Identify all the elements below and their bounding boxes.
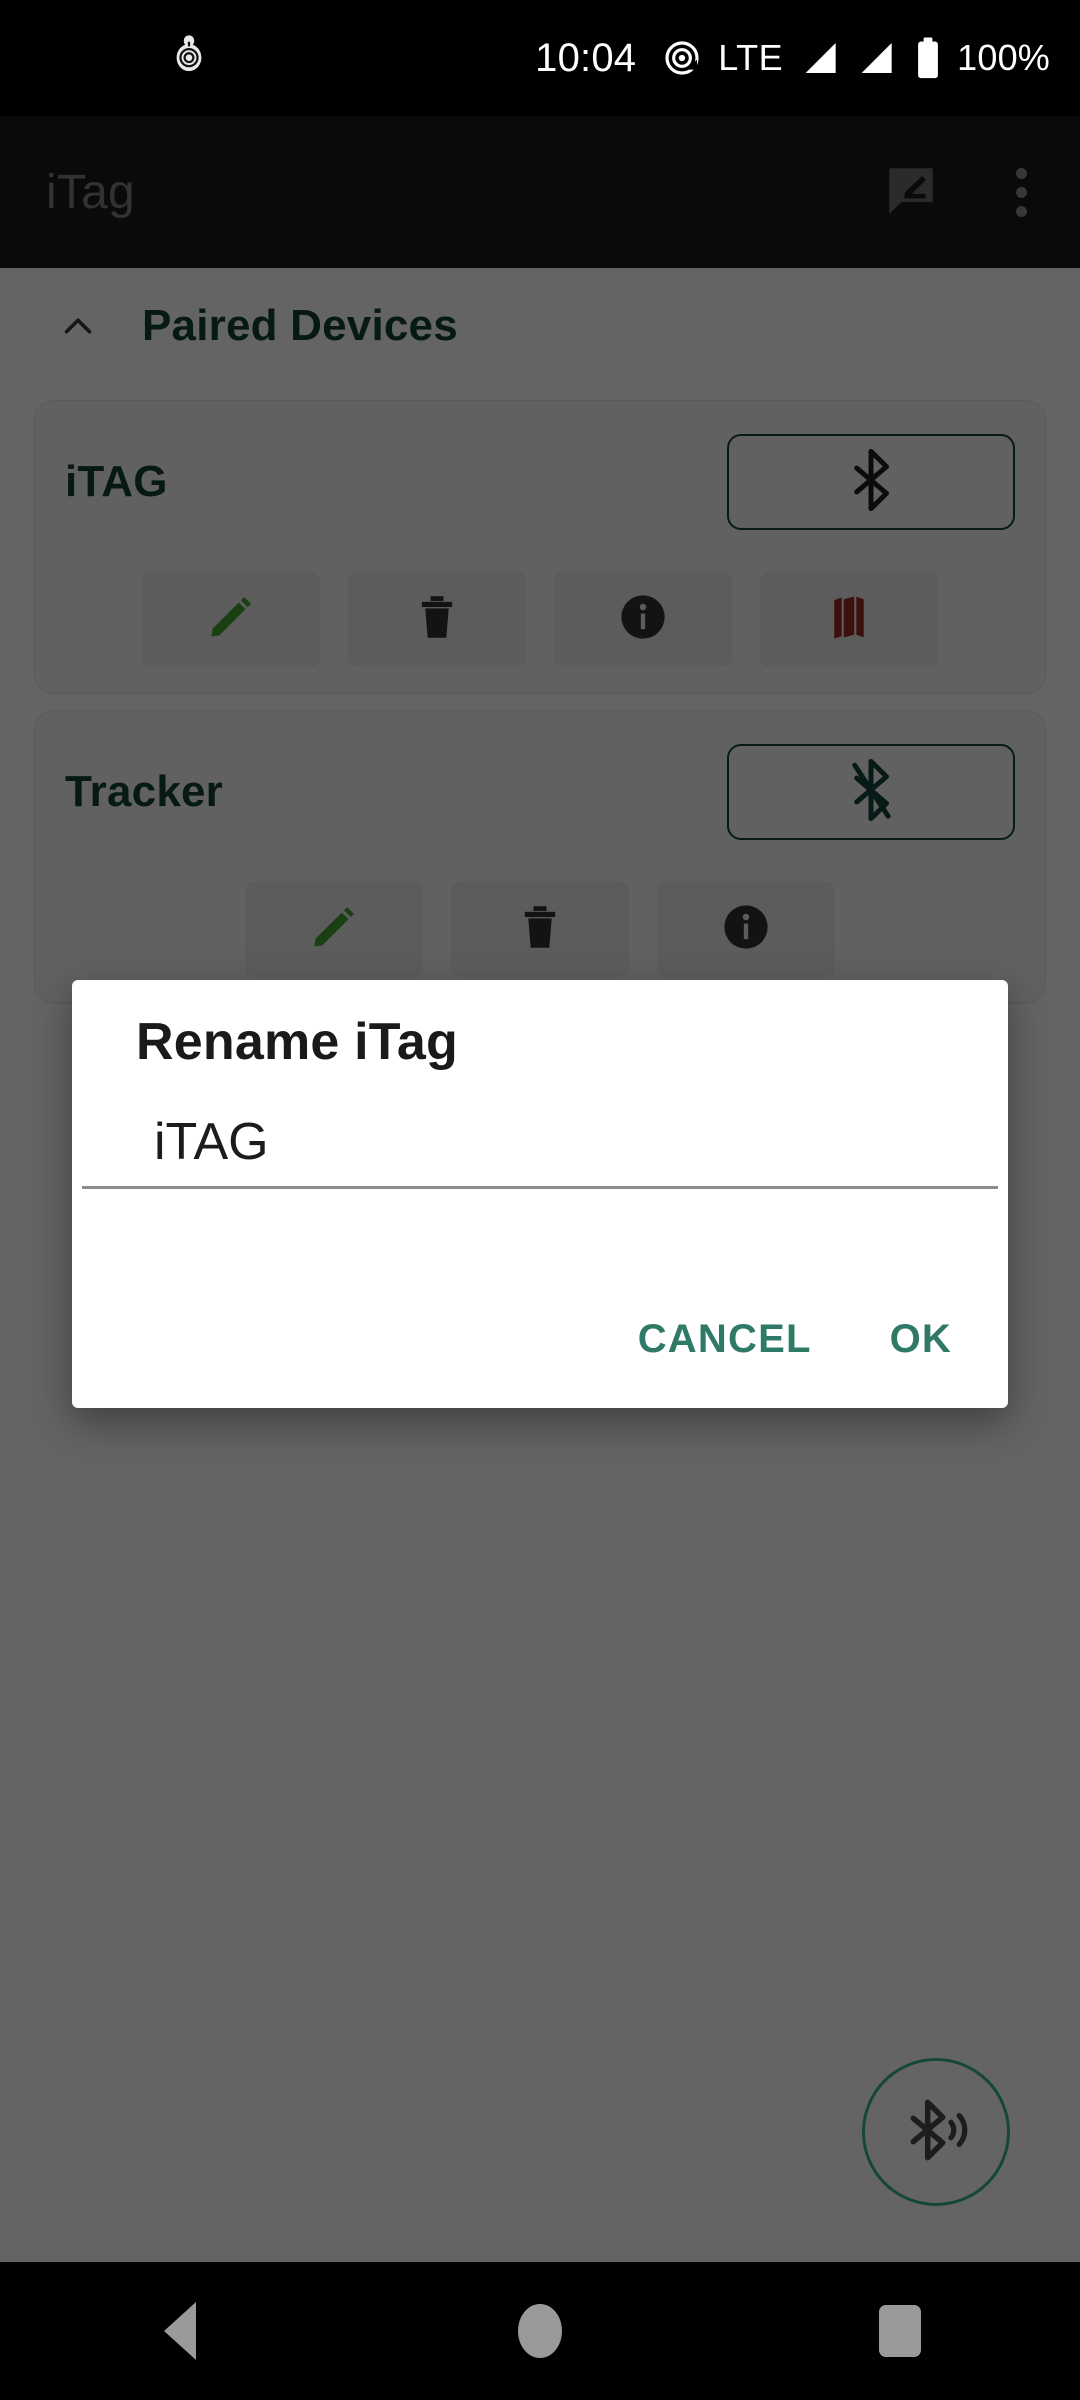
signal-bars-icon: [799, 39, 839, 77]
bluetooth-searching-icon: [900, 2094, 972, 2171]
navigation-bar: [0, 2262, 1080, 2400]
status-bar-notifications: [172, 34, 206, 83]
back-triangle-icon: [164, 2302, 196, 2360]
hotspot-icon: [662, 38, 702, 78]
battery-full-icon: [915, 36, 941, 80]
home-circle-icon: [518, 2304, 562, 2358]
dialog-title: Rename iTag: [136, 1013, 458, 1071]
phone-screen: 10:04 LTE 100% Rename iTag iTAG CANCEL O…: [0, 0, 1080, 2400]
status-bar: 10:04 LTE 100%: [0, 0, 1080, 116]
bluetooth-scan-fab[interactable]: [862, 2058, 1010, 2206]
dialog-actions: CANCEL OK: [616, 1299, 974, 1380]
network-type-label: LTE: [718, 37, 784, 78]
signal-bars-icon: [855, 39, 895, 77]
itag-keyfob-icon: [172, 34, 206, 83]
status-bar-clock: 10:04: [535, 35, 637, 80]
status-bar-system: 10:04 LTE 100%: [535, 0, 1050, 116]
rename-input-underline: [82, 1186, 998, 1189]
recents-square-icon: [879, 2305, 921, 2357]
rename-input-wrapper: [82, 1112, 998, 1189]
rename-input[interactable]: [82, 1112, 998, 1186]
back-button[interactable]: [100, 2262, 260, 2400]
rename-dialog: Rename iTag CANCEL OK: [72, 980, 1008, 1408]
battery-percent-label: 100%: [957, 37, 1050, 78]
ok-button[interactable]: OK: [868, 1299, 974, 1380]
recents-button[interactable]: [820, 2262, 980, 2400]
cancel-button[interactable]: CANCEL: [616, 1299, 834, 1380]
home-button[interactable]: [460, 2262, 620, 2400]
